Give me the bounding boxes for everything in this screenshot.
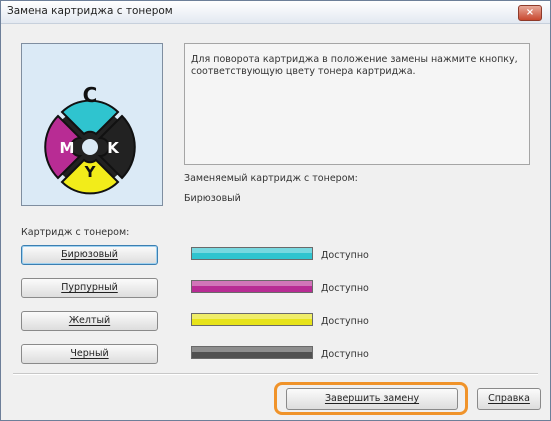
cartridge-preview: C M K Y [21, 43, 163, 206]
help-button[interactable]: Справка [477, 388, 541, 410]
finish-replacement-button[interactable]: Завершить замену [286, 388, 458, 410]
close-button[interactable]: × [518, 5, 542, 21]
yellow-button[interactable]: Желтый [21, 311, 158, 331]
cyan-status: Доступно [321, 250, 369, 261]
letter-c: C [83, 83, 98, 107]
yellow-status: Доступно [321, 316, 369, 327]
dialog-window: Замена картриджа с тонером × C M K Y Для… [0, 0, 551, 421]
instruction-box: Для поворота картриджа в положение замен… [184, 43, 530, 165]
title-bar[interactable]: Замена картриджа с тонером × [1, 1, 550, 24]
window-title: Замена картриджа с тонером [7, 5, 173, 17]
instruction-text: Для поворота картриджа в положение замен… [191, 54, 518, 77]
letter-k: K [107, 139, 120, 157]
black-level-bar [191, 346, 313, 359]
yellow-level-bar [191, 313, 313, 326]
cyan-button[interactable]: Бирюзовый [21, 245, 158, 265]
wheel-hub [82, 139, 98, 155]
black-button[interactable]: Черный [21, 344, 158, 364]
letter-m: M [60, 139, 75, 157]
magenta-status: Доступно [321, 283, 369, 294]
cartridge-wheel-icon: C M K Y [44, 83, 136, 195]
close-icon: × [525, 7, 535, 18]
replaced-cartridge-label: Заменяемый картридж с тонером: [184, 173, 358, 184]
footer-separator [13, 373, 538, 375]
cyan-level-bar [191, 247, 313, 260]
letter-y: Y [84, 163, 97, 181]
replaced-cartridge-value: Бирюзовый [184, 193, 241, 204]
magenta-button[interactable]: Пурпурный [21, 278, 158, 298]
cartridges-label: Картридж с тонером: [21, 227, 130, 238]
magenta-level-bar [191, 280, 313, 293]
black-status: Доступно [321, 349, 369, 360]
